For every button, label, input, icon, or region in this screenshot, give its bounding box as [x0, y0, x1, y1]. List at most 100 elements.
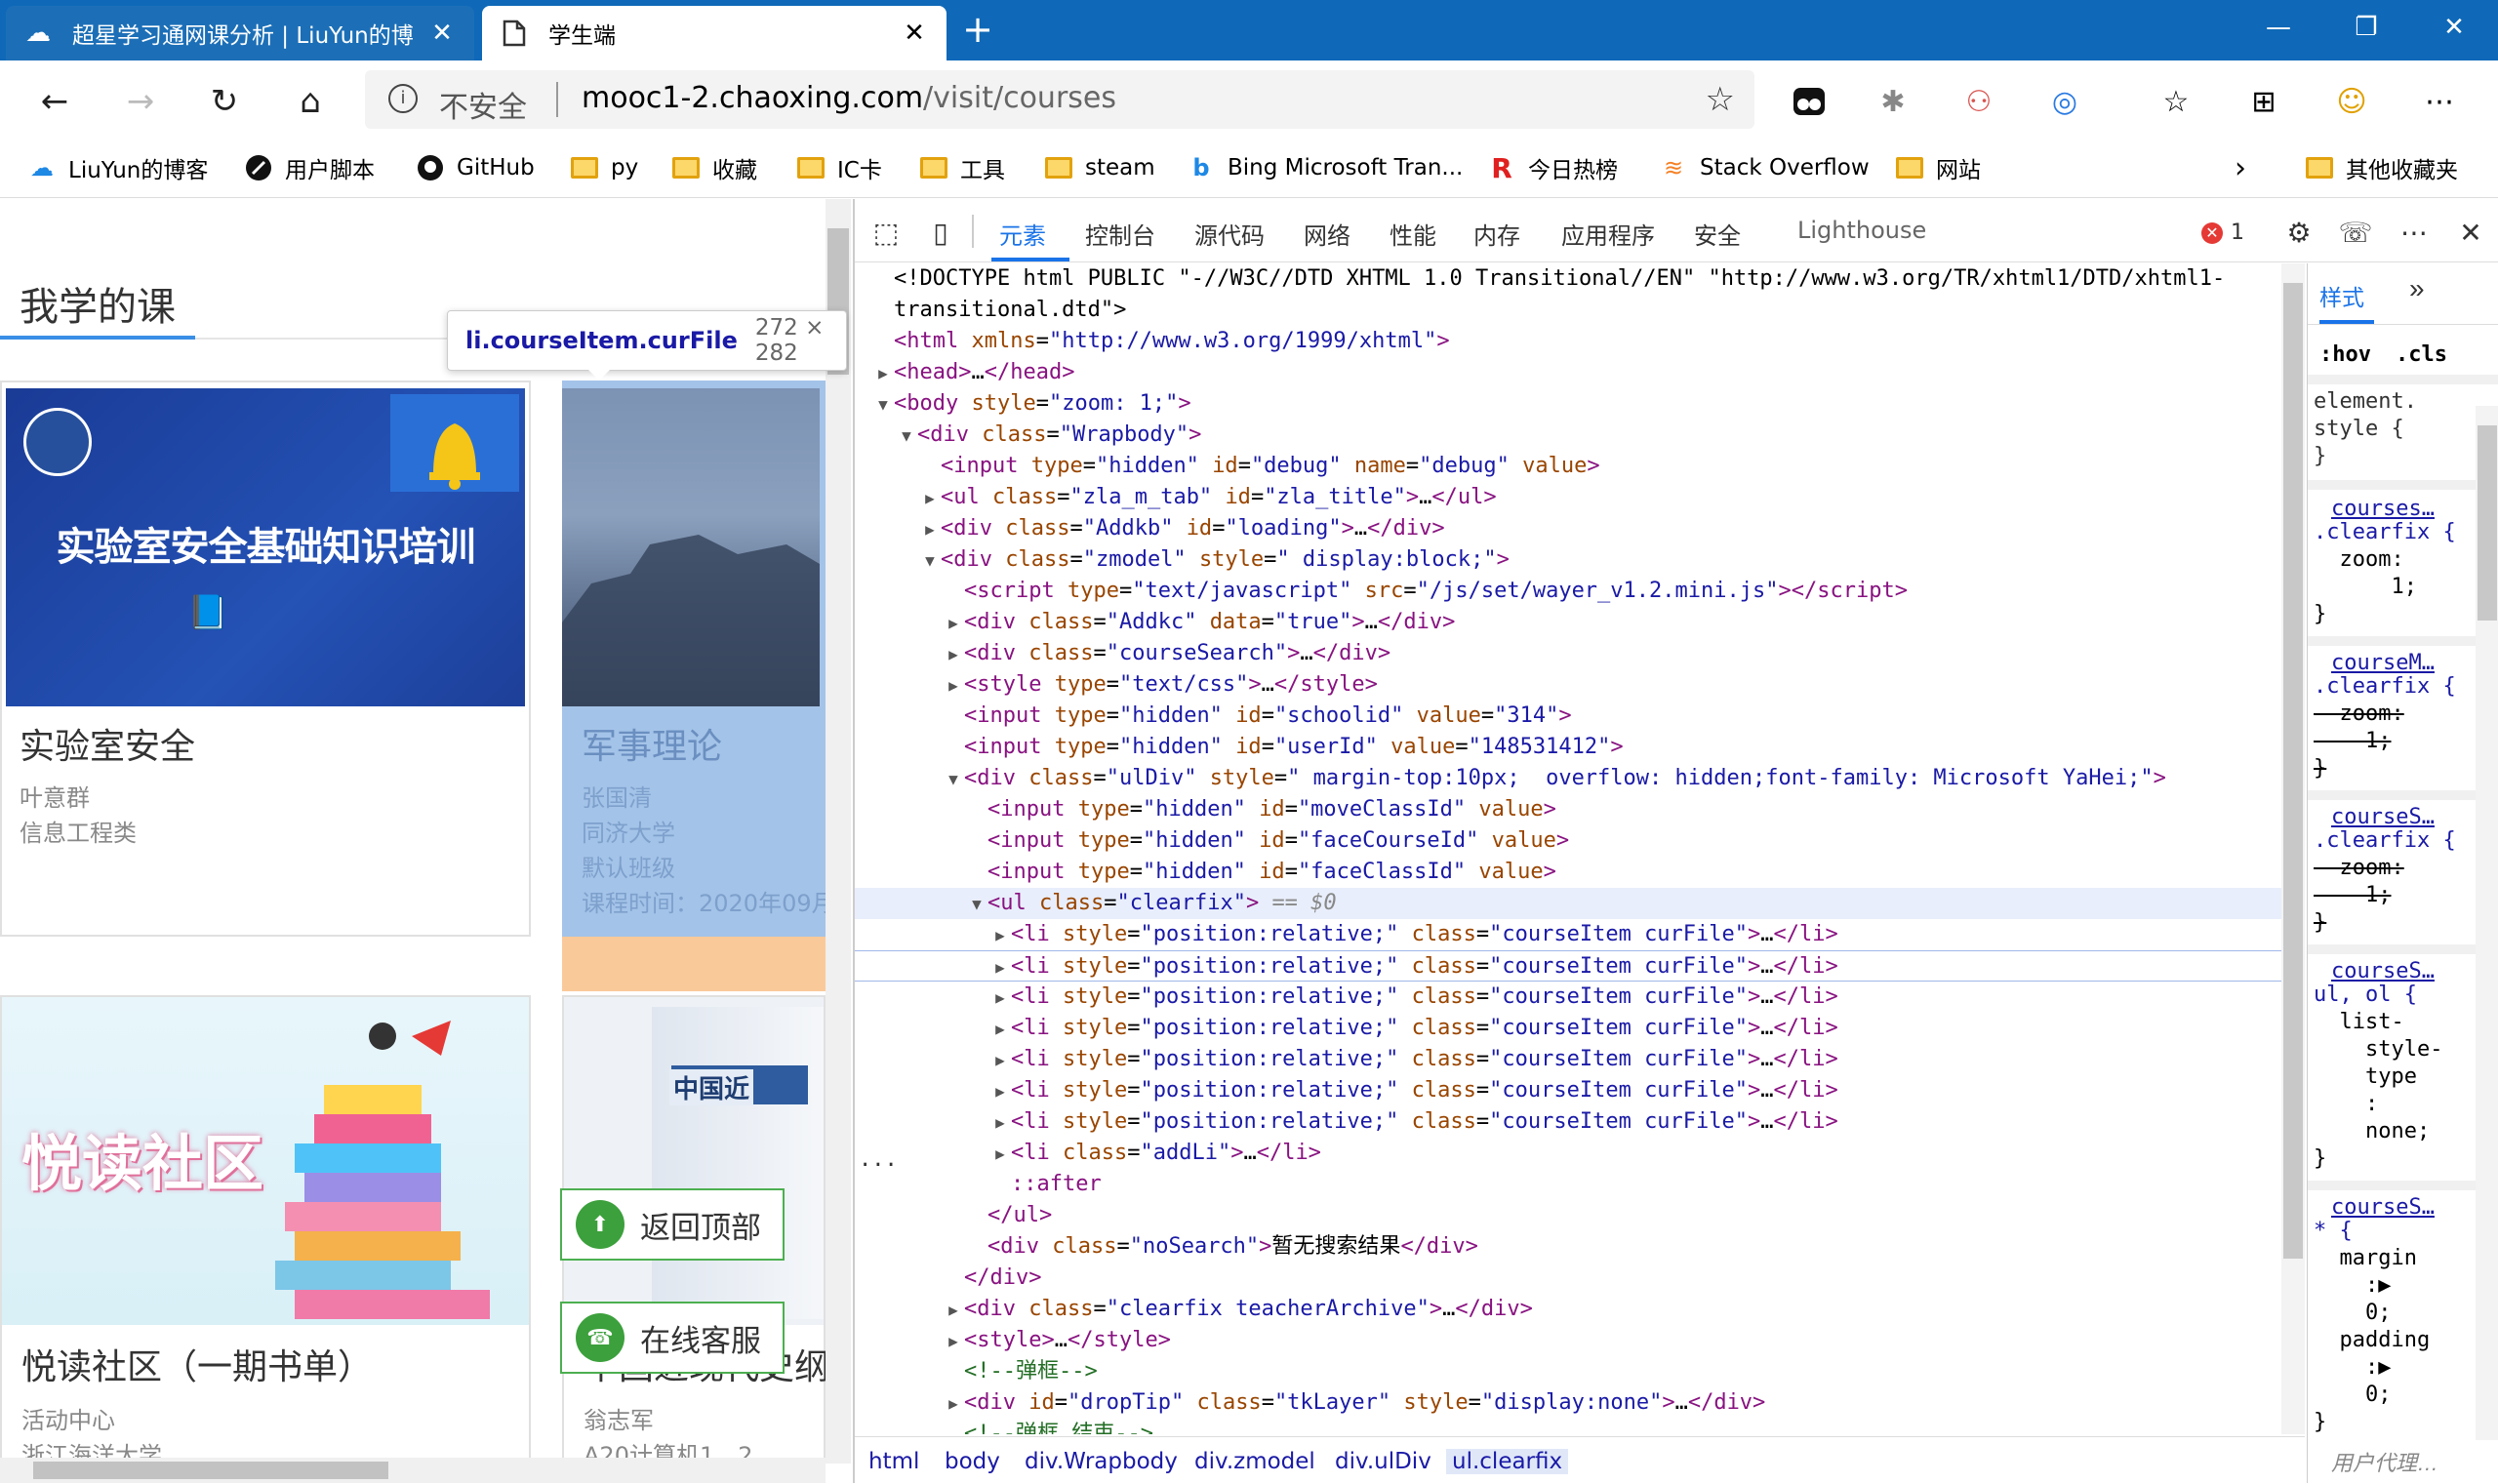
- dom-node-line[interactable]: <input type="hidden" id="userId" value="…: [855, 732, 2281, 763]
- dom-node-line[interactable]: <input type="hidden" id="faceClassId" va…: [855, 857, 2281, 888]
- element-style-rule[interactable]: element. style { }: [2314, 388, 2417, 470]
- collapse-triangle-icon[interactable]: ▶: [989, 1045, 1011, 1076]
- bookmark-steam[interactable]: steam: [1044, 150, 1155, 185]
- tab-blog[interactable]: ☁ 超星学习通网课分析 | LiuYun的博 ✕: [6, 6, 474, 60]
- chevron-right-icon[interactable]: ›: [2235, 150, 2246, 185]
- course-cover[interactable]: 悦读社区: [2, 997, 529, 1325]
- dom-node-line[interactable]: </ul>: [855, 1200, 2281, 1231]
- dom-node-line[interactable]: ▶ <ul class="zla_m_tab" id="zla_title">…<…: [855, 482, 2281, 513]
- new-tab-button[interactable]: +: [956, 10, 999, 53]
- extension-puzzle-icon[interactable]: ✱: [1874, 82, 1913, 121]
- dom-vertical-scrollbar[interactable]: [2281, 263, 2305, 1434]
- dom-node-line[interactable]: ▶ <li style="position:relative;" class="c…: [855, 1013, 2281, 1044]
- dom-node-line[interactable]: ▶ <li style="position:relative;" class="c…: [855, 1044, 2281, 1075]
- bookmark-iccard[interactable]: IC卡: [796, 150, 882, 185]
- bookmark-shoucang[interactable]: 收藏: [671, 150, 757, 185]
- dom-node-line[interactable]: ▶ <div id="dropTip" class="tkLayer" style…: [855, 1387, 2281, 1419]
- extension-circle-icon[interactable]: ◎: [2045, 82, 2084, 121]
- device-toolbar-icon[interactable]: ▯: [923, 215, 958, 250]
- course-cover[interactable]: 中国近: [564, 997, 824, 1325]
- rule-body-overridden[interactable]: zoom: 1; }: [2314, 701, 2404, 782]
- page-vertical-scrollbar[interactable]: [826, 199, 851, 1464]
- tab-lighthouse[interactable]: Lighthouse: [1797, 217, 1926, 244]
- extension-network-icon[interactable]: ⚇: [1959, 82, 1998, 121]
- collapse-triangle-icon[interactable]: ▶: [919, 483, 941, 514]
- breadcrumb-item[interactable]: div.Wrapbody: [1025, 1449, 1178, 1474]
- minimize-button[interactable]: —: [2235, 0, 2322, 55]
- course-title[interactable]: 军事理论: [582, 718, 722, 769]
- dom-node-line[interactable]: ▼ <body style="zoom: 1;">: [855, 388, 2281, 420]
- expand-triangle-icon[interactable]: ▼: [943, 764, 964, 795]
- course-cover[interactable]: 实验室安全基础知识培训 📘: [6, 388, 525, 706]
- error-counter[interactable]: ✕ 1: [2201, 221, 2244, 245]
- bookmark-sites[interactable]: 网站: [1895, 150, 1981, 185]
- dom-node-line[interactable]: <input type="hidden" id="debug" name="de…: [855, 451, 2281, 482]
- dom-node-line[interactable]: <input type="hidden" id="faceCourseId" v…: [855, 825, 2281, 857]
- collapse-triangle-icon[interactable]: ▶: [989, 1076, 1011, 1107]
- forward-button[interactable]: →: [117, 78, 164, 125]
- course-title[interactable]: 实验室安全: [20, 718, 195, 769]
- restore-button[interactable]: ❐: [2322, 0, 2410, 55]
- other-bookmarks[interactable]: 其他收藏夹: [2305, 150, 2458, 185]
- breadcrumb-item[interactable]: html: [868, 1449, 919, 1474]
- dom-node-line[interactable]: ▶ <li style="position:relative;" class="c…: [855, 982, 2281, 1013]
- breadcrumb-item[interactable]: div.zmodel: [1194, 1449, 1315, 1474]
- collapse-triangle-icon[interactable]: ▶: [989, 952, 1011, 983]
- close-devtools-icon[interactable]: ✕: [2453, 215, 2488, 250]
- bookmark-userscript[interactable]: 用户脚本: [244, 150, 375, 185]
- tab-security[interactable]: 安全: [1694, 217, 1741, 251]
- url-text[interactable]: mooc1-2.chaoxing.com/visit/courses: [582, 81, 1116, 115]
- online-service-button[interactable]: ☎ 在线客服: [560, 1302, 785, 1374]
- collapse-triangle-icon[interactable]: ▶: [989, 1014, 1011, 1045]
- settings-gear-icon[interactable]: ⚙: [2281, 215, 2317, 250]
- dom-node-line[interactable]: ▼ <div class="zmodel" style=" display:blo…: [855, 544, 2281, 576]
- dom-node-line[interactable]: ▶ <li style="position:relative;" class="c…: [855, 950, 2281, 982]
- bookmark-stackoverflow[interactable]: ≋ Stack Overflow: [1659, 150, 1870, 185]
- close-window-button[interactable]: ✕: [2410, 0, 2498, 55]
- breadcrumb-item[interactable]: div.ulDiv: [1335, 1449, 1431, 1474]
- dom-node-line[interactable]: <html xmlns="http://www.w3.org/1999/xhtm…: [855, 326, 2281, 357]
- collapse-triangle-icon[interactable]: ▶: [943, 639, 964, 670]
- cls-toggle[interactable]: .cls: [2396, 341, 2447, 369]
- dom-node-line[interactable]: ▶ <div class="Addkc" data="true">…</div>: [855, 607, 2281, 638]
- tab-application[interactable]: 应用程序: [1561, 217, 1655, 251]
- dom-node-line[interactable]: <!--弹框-->: [855, 1356, 2281, 1387]
- expand-triangle-icon[interactable]: ▼: [896, 421, 917, 452]
- styles-tab[interactable]: 样式: [2319, 279, 2364, 312]
- favorites-icon[interactable]: ☆: [2156, 82, 2196, 121]
- dom-node-line[interactable]: ▼ <ul class="clearfix"> == $0: [855, 888, 2281, 919]
- breadcrumb-item[interactable]: body: [945, 1449, 1000, 1474]
- back-to-top-button[interactable]: ⬆ 返回顶部: [560, 1188, 785, 1261]
- dom-tree[interactable]: <!DOCTYPE html PUBLIC "-//W3C//DTD XHTML…: [855, 263, 2281, 1434]
- more-menu-icon[interactable]: ⋯: [2420, 82, 2459, 121]
- dom-node-line[interactable]: ▶ <li style="position:relative;" class="c…: [855, 1106, 2281, 1138]
- favorite-star-icon[interactable]: ☆: [1706, 80, 1735, 119]
- profile-avatar-icon[interactable]: ☺: [2332, 82, 2371, 121]
- expand-triangle-icon[interactable]: ▼: [872, 389, 894, 421]
- collapse-triangle-icon[interactable]: ▶: [919, 514, 941, 545]
- scroll-thumb[interactable]: [33, 1462, 388, 1479]
- collapse-triangle-icon[interactable]: ▶: [943, 608, 964, 639]
- collapse-triangle-icon[interactable]: ▶: [943, 1295, 964, 1326]
- info-icon[interactable]: i: [388, 84, 418, 113]
- dom-node-line[interactable]: ▶ <li style="position:relative;" class="c…: [855, 919, 2281, 950]
- close-icon[interactable]: ✕: [900, 19, 929, 48]
- dom-node-line[interactable]: ▶ <head>…</head>: [855, 357, 2281, 388]
- bookmark-github[interactable]: GitHub: [416, 150, 535, 185]
- tab-memory[interactable]: 内存: [1473, 217, 1520, 251]
- dom-node-line[interactable]: <!DOCTYPE html PUBLIC "-//W3C//DTD XHTML…: [855, 263, 2281, 295]
- dom-node-line[interactable]: ▶ <li class="addLi">…</li>: [855, 1138, 2281, 1169]
- collapse-triangle-icon[interactable]: ▶: [943, 1326, 964, 1357]
- address-bar[interactable]: i 不安全 mooc1-2.chaoxing.com/visit/courses…: [365, 70, 1754, 129]
- dom-node-line[interactable]: ▶ <style>…</style>: [855, 1325, 2281, 1356]
- collapse-triangle-icon[interactable]: ▶: [989, 983, 1011, 1014]
- dom-node-line[interactable]: </div>: [855, 1263, 2281, 1294]
- dom-node-line[interactable]: <!--弹框 结束-->: [855, 1419, 2281, 1434]
- chevron-double-right-icon[interactable]: »: [2409, 273, 2425, 304]
- inspect-element-icon[interactable]: ⬚: [868, 215, 904, 250]
- rule-body[interactable]: zoom: 1; }: [2314, 546, 2417, 628]
- tab-sources[interactable]: 源代码: [1194, 217, 1265, 251]
- collapse-triangle-icon[interactable]: ▶: [943, 670, 964, 702]
- scroll-thumb[interactable]: [2283, 283, 2303, 1259]
- bookmark-py[interactable]: py: [570, 150, 638, 185]
